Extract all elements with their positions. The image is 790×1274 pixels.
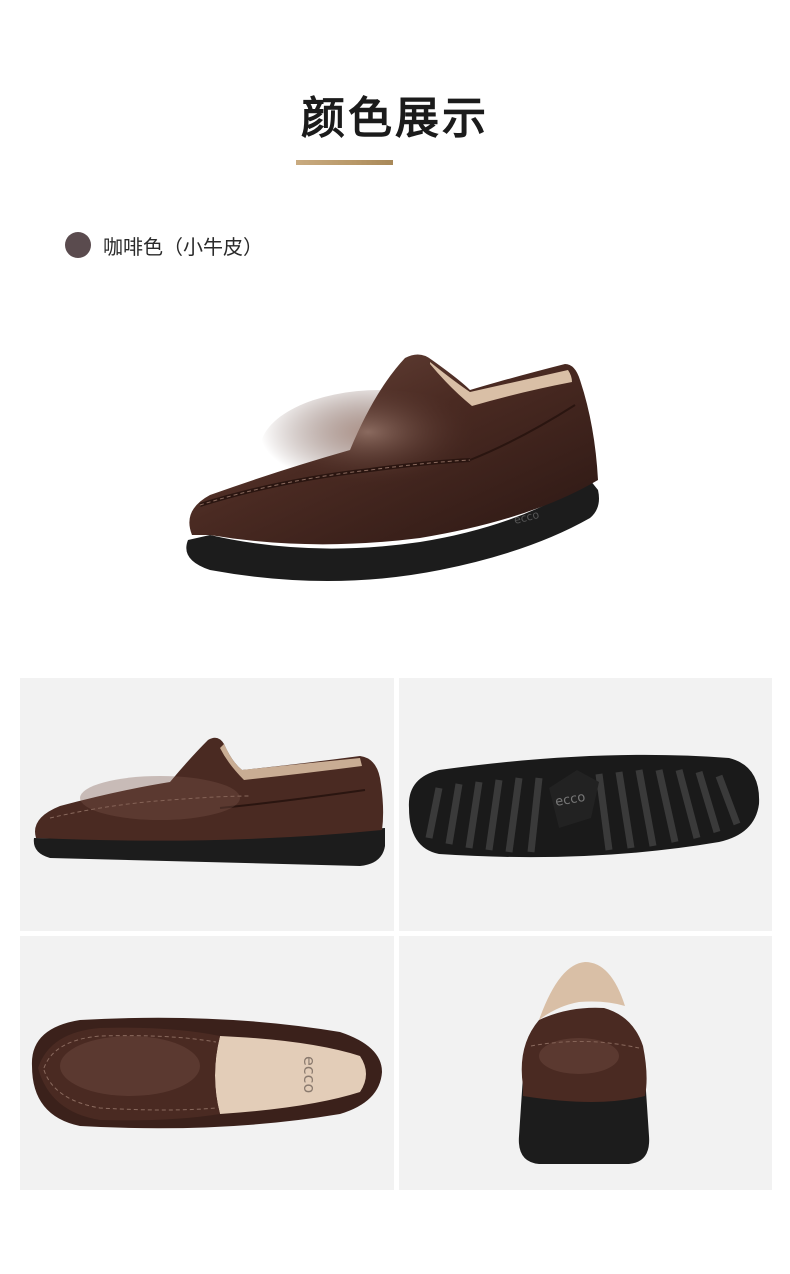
top-view-tile[interactable]: ecco bbox=[20, 936, 394, 1190]
sole-view-tile[interactable]: ecco bbox=[399, 678, 772, 931]
color-swatch bbox=[65, 232, 91, 258]
color-label: 咖啡色（小牛皮） bbox=[103, 234, 263, 259]
title-underline bbox=[296, 160, 393, 165]
side-view-shoe-image bbox=[33, 737, 386, 866]
back-view-tile[interactable] bbox=[399, 936, 772, 1190]
hero-shoe-image: ecco bbox=[186, 354, 599, 581]
side-view-tile[interactable] bbox=[20, 678, 394, 931]
back-view-shoe-image bbox=[518, 962, 650, 1164]
section-title: 颜色展示 bbox=[301, 93, 489, 144]
insole-logo: ecco bbox=[300, 1056, 319, 1093]
top-view-shoe-image: ecco bbox=[31, 1017, 383, 1129]
color-option[interactable]: 咖啡色（小牛皮） bbox=[65, 230, 263, 260]
sole-view-shoe-image: ecco bbox=[408, 754, 760, 858]
